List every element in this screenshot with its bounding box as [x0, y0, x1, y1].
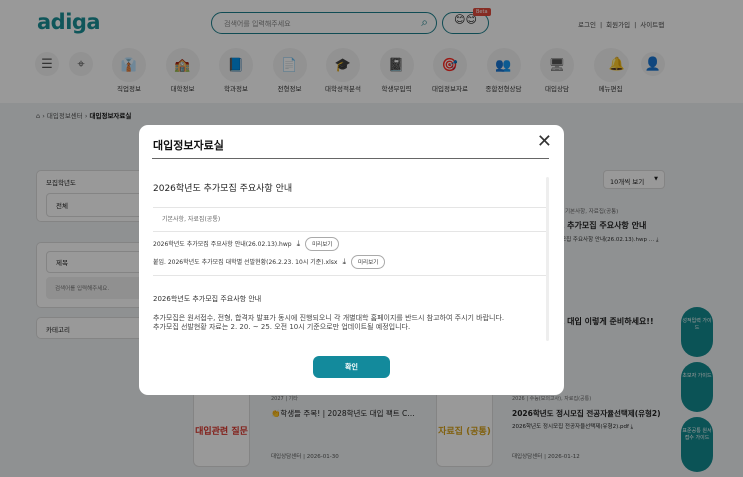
post-category: 기본사항, 자료집(공통)	[162, 216, 221, 223]
divider	[153, 275, 548, 276]
close-icon[interactable]: ✕	[537, 131, 552, 152]
preview-button[interactable]: 미리보기	[350, 254, 386, 269]
scrollbar[interactable]	[546, 177, 549, 341]
modal-content: 2026학년도 추가모집 주요사항 안내 기본사항, 자료집(공통) 2026학…	[153, 176, 548, 346]
attachment-row: 2026학년도 추가모집 주요사항 안내(26.02.13).hwp ⤓ 미리보기	[153, 236, 548, 251]
body-text: 추가모집은 원서접수, 전형, 합격자 발표가 동시에 진행되오니 각 개별대학…	[153, 314, 505, 331]
download-icon[interactable]: ⤓	[342, 257, 346, 267]
attachment-name[interactable]: 붙임. 2026학년도 추가모집 대학별 선발현황(26.2.23. 10시 기…	[153, 257, 337, 266]
download-icon[interactable]: ⤓	[297, 239, 301, 249]
modal-dialog: 대입정보자료실 ✕ 2026학년도 추가모집 주요사항 안내 기본사항, 자료집…	[139, 125, 564, 395]
attachment-name[interactable]: 2026학년도 추가모집 주요사항 안내(26.02.13).hwp	[153, 239, 292, 248]
post-title: 2026학년도 추가모집 주요사항 안내	[153, 184, 293, 194]
attachment-row: 붙임. 2026학년도 추가모집 대학별 선발현황(26.2.23. 10시 기…	[153, 254, 548, 269]
modal-title: 대입정보자료실	[153, 139, 224, 152]
preview-button[interactable]: 미리보기	[305, 236, 340, 251]
body-heading: 2026학년도 추가모집 주요사항 안내	[153, 295, 262, 303]
divider	[152, 158, 549, 159]
confirm-button[interactable]: 확인	[313, 356, 390, 378]
